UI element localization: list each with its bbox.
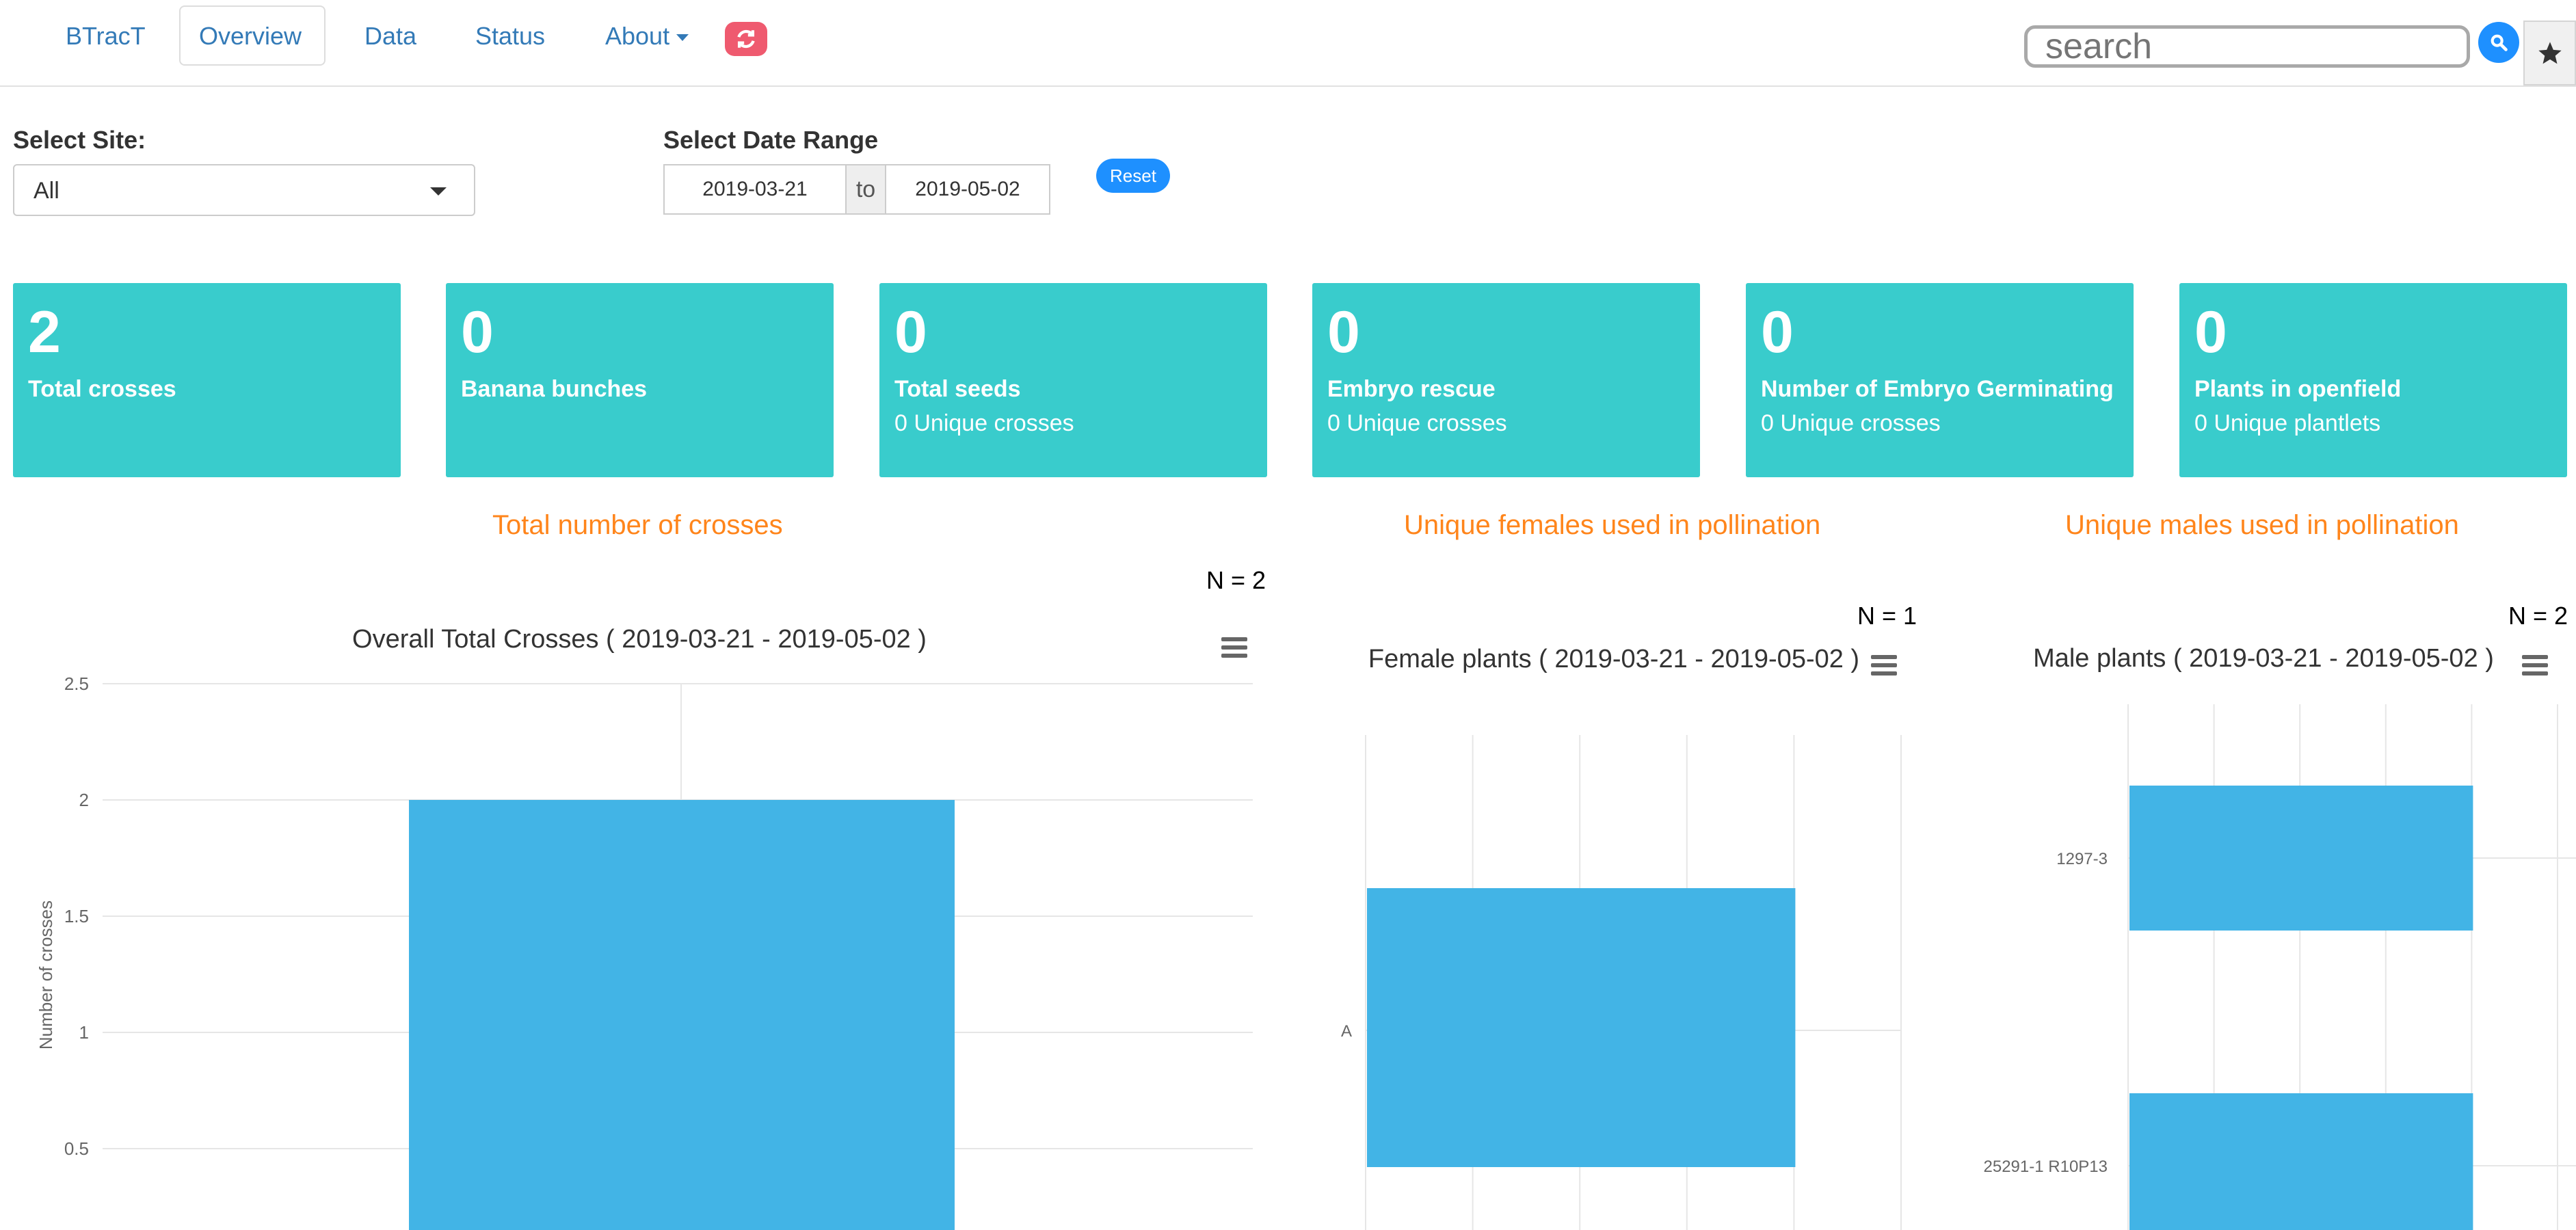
value-box-number: 0 (461, 299, 494, 365)
crosses-section-title: Total number of crosses (492, 510, 783, 540)
star-icon (2538, 41, 2562, 64)
value-box-number: 0 (1761, 299, 1794, 365)
y-axis-label: Number of crosses (36, 900, 56, 1049)
male-plants-chart: 1297-3 25291-1 R10P13 (1984, 704, 2576, 1230)
value-box-banana-bunches: 0 Banana bunches (446, 283, 834, 477)
value-box-label: Number of Embryo Germinating (1761, 376, 2114, 402)
value-box-label: Total seeds (894, 376, 1021, 402)
y-tick-label: 2.5 (64, 673, 89, 694)
value-box-plants-openfield: 0 Plants in openfield 0 Unique plantlets (2179, 283, 2567, 477)
females-count: N = 1 (1857, 602, 1917, 630)
date-to-input[interactable]: 2019-05-02 (886, 165, 1049, 213)
value-box-total-crosses: 2 Total crosses (13, 283, 401, 477)
value-box-number: 0 (1327, 299, 1360, 365)
nav-about-dropdown[interactable]: About (605, 19, 689, 53)
category-label: A (1341, 1022, 1352, 1041)
value-box-number: 0 (894, 299, 927, 365)
category-label: 1297-3 (2056, 850, 2108, 868)
chevron-down-icon (430, 187, 447, 196)
site-select[interactable]: All (13, 164, 475, 216)
y-tick-label: 1.5 (64, 906, 89, 926)
site-select-value: All (34, 178, 59, 204)
site-label: Select Site: (13, 126, 146, 154)
top-navbar: BTracT Overview Data Status About (0, 0, 2576, 87)
value-box-label: Banana bunches (461, 376, 648, 402)
date-range-input: 2019-03-21 to 2019-05-02 (663, 164, 1050, 215)
y-tick-label: 1 (79, 1022, 89, 1043)
females-section-title: Unique females used in pollination (1404, 510, 1821, 540)
y-tick-label: 2 (79, 790, 89, 810)
value-box-subtitle: 0 Unique crosses (1327, 410, 1507, 436)
date-range-separator: to (845, 165, 886, 213)
bar (2129, 786, 2473, 931)
nav-status[interactable]: Status (475, 19, 545, 53)
refresh-button[interactable] (725, 22, 767, 56)
value-box-embryo-germinating: 0 Number of Embryo Germinating 0 Unique … (1746, 283, 2134, 477)
search-input[interactable] (2024, 25, 2470, 68)
value-box-subtitle: 0 Unique plantlets (2194, 410, 2381, 436)
bar (1367, 888, 1796, 1167)
date-range-label: Select Date Range (663, 126, 879, 154)
female-plants-chart: A (1341, 735, 1902, 1230)
value-box-label: Plants in openfield (2194, 376, 2402, 402)
y-tick-label: 0.5 (64, 1138, 89, 1159)
value-box-label: Total crosses (28, 376, 176, 402)
chart-menu-icon[interactable] (2522, 655, 2548, 677)
chart-title-male-plants: Male plants ( 2019-03-21 - 2019-05-02 ) (2033, 644, 2494, 673)
value-box-embryo-rescue: 0 Embryo rescue 0 Unique crosses (1312, 283, 1700, 477)
category-label: 25291-1 R10P13 (1984, 1158, 2108, 1176)
chart-menu-icon[interactable] (1871, 655, 1897, 677)
nav-data[interactable]: Data (364, 19, 416, 53)
nav-about-label: About (605, 22, 670, 50)
total-crosses-chart: 2.5 2 1.5 1 0.5 Number of crosses (36, 673, 1253, 1230)
value-box-subtitle: 0 Unique crosses (894, 410, 1074, 436)
males-count: N = 2 (2508, 602, 2568, 630)
males-section-title: Unique males used in pollination (2065, 510, 2459, 540)
chart-title-female-plants: Female plants ( 2019-03-21 - 2019-05-02 … (1368, 645, 1860, 673)
refresh-icon (737, 29, 755, 49)
value-box-label: Embryo rescue (1327, 376, 1496, 402)
value-box-number: 0 (2194, 299, 2227, 365)
bar (2129, 1093, 2473, 1230)
chevron-down-icon (676, 34, 689, 42)
crosses-count: N = 2 (1206, 566, 1266, 594)
chart-title-total-crosses: Overall Total Crosses ( 2019-03-21 - 201… (352, 625, 927, 654)
value-box-number: 2 (28, 299, 61, 365)
search-icon (2491, 34, 2508, 51)
bookmark-button[interactable] (2523, 21, 2576, 85)
brand-link[interactable]: BTracT (66, 19, 146, 53)
nav-overview[interactable]: Overview (199, 19, 302, 53)
bar (409, 800, 955, 1230)
reset-button[interactable]: Reset (1096, 159, 1170, 193)
value-box-subtitle: 0 Unique crosses (1761, 410, 1941, 436)
date-from-input[interactable]: 2019-03-21 (665, 165, 845, 213)
value-box-total-seeds: 0 Total seeds 0 Unique crosses (879, 283, 1267, 477)
search-button[interactable] (2478, 22, 2519, 63)
